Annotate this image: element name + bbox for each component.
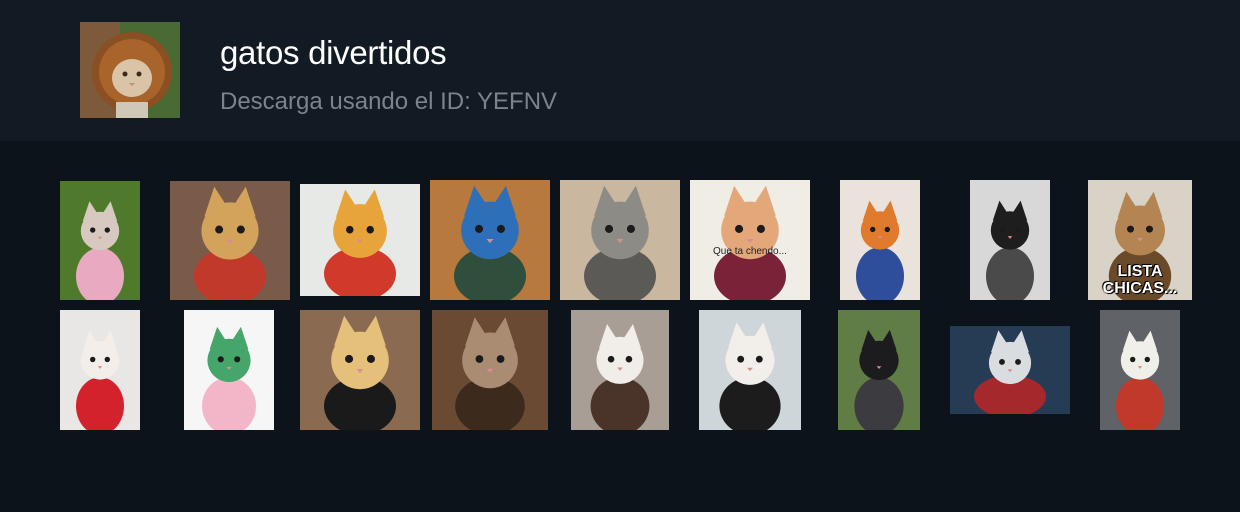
sticker-creepy-white-cat-image xyxy=(1100,310,1180,430)
sticker-shark-hat-cat-image xyxy=(560,180,680,300)
sticker-peacock-cat-image xyxy=(430,180,550,300)
sticker-shark-hat-cat[interactable] xyxy=(560,180,680,300)
download-id-text: Descarga usando el ID: YEFNV xyxy=(220,88,558,115)
sticker-frog-hood-cat-image xyxy=(184,310,274,430)
sticker-wig-cat[interactable]: LISTA CHICAS... xyxy=(1088,180,1192,300)
sticker-wig-cat-caption: LISTA CHICAS... xyxy=(1102,263,1178,298)
sticker-harley-dog-image xyxy=(170,181,290,300)
sticker-goku-cat[interactable] xyxy=(840,180,920,300)
sticker-banlieue-cat-image xyxy=(60,310,140,430)
sticker-joker-cat[interactable] xyxy=(950,326,1070,414)
sticker-harley-dog[interactable] xyxy=(170,181,290,300)
sticker-sunglasses-cat-image xyxy=(300,310,420,430)
sticker-sunglasses-cat[interactable] xyxy=(300,310,420,430)
sticker-peeking-cat[interactable] xyxy=(432,310,548,430)
sticker-hat-kitten-image xyxy=(690,180,810,300)
sticker-darth-vader-cat-image xyxy=(838,310,920,430)
sticker-two-cats-window[interactable] xyxy=(699,310,801,430)
sticker-banlieue-cat[interactable] xyxy=(60,310,140,430)
sticker-joker-cat-image xyxy=(950,326,1070,414)
channel-header: gatos divertidos Descarga usando el ID: … xyxy=(0,0,1240,141)
sticker-bunny-ears-bulldog[interactable] xyxy=(60,181,140,300)
sticker-frog-hood-cat[interactable] xyxy=(184,310,274,430)
sticker-hat-kitten[interactable]: Que ta chendo... xyxy=(690,180,810,300)
sticker-goku-cat-image xyxy=(840,180,920,300)
lion-mane-cat-image xyxy=(80,22,180,118)
sticker-creepy-white-cat[interactable] xyxy=(1100,310,1180,430)
sticker-pigtails-cat[interactable] xyxy=(571,310,669,430)
sticker-peacock-cat[interactable] xyxy=(430,180,550,300)
channel-avatar[interactable] xyxy=(80,22,180,118)
sticker-two-cats-window-image xyxy=(699,310,801,430)
sticker-darth-vader-cat[interactable] xyxy=(838,310,920,430)
sticker-pikachu-cat[interactable] xyxy=(300,184,420,296)
sticker-pikachu-cat-image xyxy=(300,184,420,296)
sticker-pigtails-cat-image xyxy=(571,310,669,430)
sticker-bandana-cat[interactable] xyxy=(970,180,1050,300)
sticker-hat-kitten-caption: Que ta chendo... xyxy=(713,246,787,258)
sticker-bandana-cat-image xyxy=(970,180,1050,300)
sticker-peeking-cat-image xyxy=(432,310,548,430)
sticker-bunny-ears-bulldog-image xyxy=(60,181,140,300)
channel-title: gatos divertidos xyxy=(220,34,447,71)
